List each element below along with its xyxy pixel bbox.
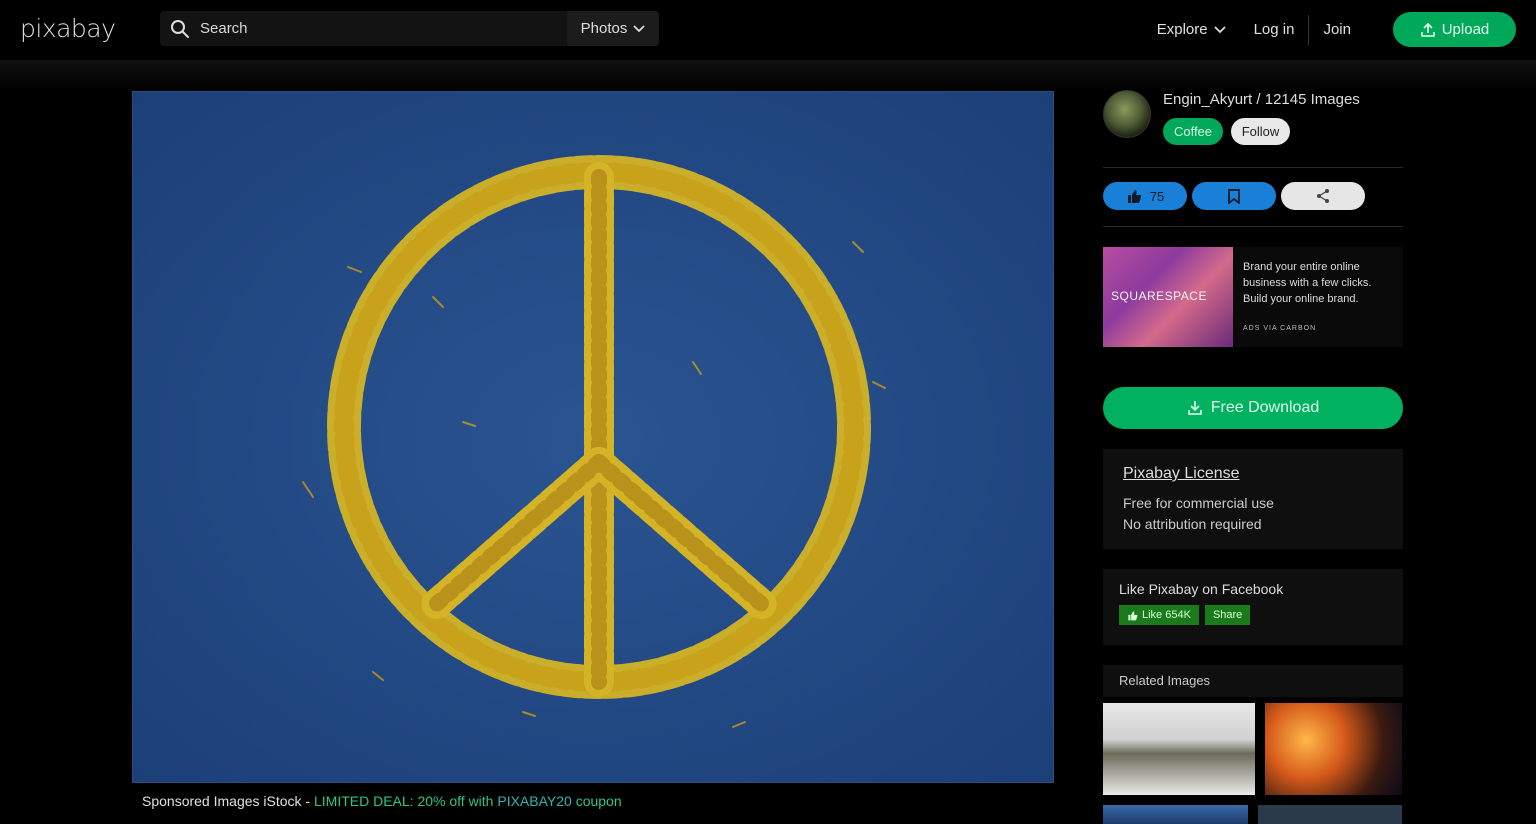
facebook-like-button[interactable]: Like 654K xyxy=(1119,605,1199,625)
share-button[interactable] xyxy=(1281,182,1365,210)
ad-line-2: business with a few clicks. xyxy=(1243,277,1372,289)
author-line: Engin_Akyurt / 12145 Images xyxy=(1163,91,1360,108)
header: pixabay Photos Explore Log in Join xyxy=(0,0,1536,60)
chevron-down-icon xyxy=(1213,25,1226,33)
action-row: 75 xyxy=(1103,182,1403,210)
author-buttons: Coffee Follow xyxy=(1163,118,1360,145)
search-input[interactable] xyxy=(200,11,567,46)
thumbs-up-icon xyxy=(1127,190,1141,203)
sidebar: Engin_Akyurt / 12145 Images Coffee Follo… xyxy=(1103,90,1403,824)
related-images-grid xyxy=(1103,703,1403,795)
related-images-header: Related Images xyxy=(1103,665,1403,697)
sponsored-prefix: Sponsored Images iStock - xyxy=(142,793,314,809)
license-box: Pixabay License Free for commercial use … xyxy=(1103,449,1403,549)
media-type-label: Photos xyxy=(580,20,628,37)
download-icon xyxy=(1187,401,1202,415)
sponsored-deal[interactable]: LIMITED DEAL: 20% off with xyxy=(314,793,497,809)
ad-line-3: Build your online brand. xyxy=(1243,293,1359,305)
author-name[interactable]: Engin_Akyurt xyxy=(1163,91,1252,108)
author-separator: / xyxy=(1252,91,1265,108)
main-photo[interactable] xyxy=(132,91,1054,783)
login-link[interactable]: Log in xyxy=(1240,21,1309,38)
upload-icon xyxy=(1420,22,1435,37)
thumbs-up-icon xyxy=(1128,610,1138,620)
license-line-2: No attribution required xyxy=(1123,516,1262,532)
download-label: Free Download xyxy=(1210,399,1320,416)
related-images-grid xyxy=(1103,805,1403,824)
share-icon xyxy=(1317,189,1329,203)
author-info: Engin_Akyurt / 12145 Images Coffee Follo… xyxy=(1163,90,1360,145)
license-line-1: Free for commercial use xyxy=(1123,495,1274,511)
carbon-ad[interactable]: SQUARESPACE Brand your entire online bus… xyxy=(1103,247,1403,347)
facebook-buttons: Like 654K Share xyxy=(1119,605,1387,625)
ad-text[interactable]: Brand your entire online business with a… xyxy=(1233,247,1381,347)
facebook-share-button[interactable]: Share xyxy=(1204,605,1251,625)
related-image[interactable] xyxy=(1265,703,1402,795)
coupon-code[interactable]: PIXABAY20 xyxy=(497,793,571,809)
sponsored-line: Sponsored Images iStock - LIMITED DEAL: … xyxy=(142,793,622,809)
related-image[interactable] xyxy=(1103,805,1248,824)
coffee-button[interactable]: Coffee xyxy=(1163,118,1223,145)
upload-button[interactable]: Upload xyxy=(1393,12,1516,47)
explore-menu[interactable]: Explore xyxy=(1143,21,1240,38)
related-image[interactable] xyxy=(1103,703,1255,795)
facebook-box: Like Pixabay on Facebook Like 654K Share xyxy=(1103,569,1403,645)
author-block: Engin_Akyurt / 12145 Images Coffee Follo… xyxy=(1103,90,1403,145)
ad-brand: SQUARESPACE xyxy=(1111,289,1207,303)
search-icon[interactable] xyxy=(160,11,200,46)
author-image-count[interactable]: 12145 Images xyxy=(1265,91,1360,108)
avatar[interactable] xyxy=(1103,90,1151,138)
header-shadow xyxy=(0,60,1536,90)
free-download-button[interactable]: Free Download xyxy=(1103,387,1403,429)
facebook-like-label: Like 654K xyxy=(1142,609,1191,621)
divider xyxy=(1103,226,1403,227)
license-title[interactable]: Pixabay License xyxy=(1123,465,1383,483)
pixabay-logo[interactable]: pixabay xyxy=(20,14,116,43)
bookmark-icon xyxy=(1228,188,1240,204)
ad-cta[interactable]: ADS VIA CARBON xyxy=(1243,321,1371,337)
follow-button[interactable]: Follow xyxy=(1231,118,1290,145)
related-image[interactable] xyxy=(1258,805,1402,824)
facebook-title: Like Pixabay on Facebook xyxy=(1119,581,1284,597)
bookmark-button[interactable] xyxy=(1192,182,1276,210)
sponsored-suffix[interactable]: coupon xyxy=(572,793,622,809)
nav-right: Explore Log in Join Upload xyxy=(1143,12,1516,47)
explore-label: Explore xyxy=(1156,21,1208,38)
like-button[interactable]: 75 xyxy=(1103,182,1187,210)
media-type-select[interactable]: Photos xyxy=(567,11,659,46)
upload-label: Upload xyxy=(1441,21,1490,38)
join-link[interactable]: Join xyxy=(1309,21,1365,38)
ad-image[interactable]: SQUARESPACE xyxy=(1103,247,1233,347)
ad-line-1: Brand your entire online xyxy=(1243,261,1360,273)
like-count: 75 xyxy=(1149,188,1165,204)
chevron-down-icon xyxy=(633,24,645,32)
search-bar: Photos xyxy=(160,11,659,46)
divider xyxy=(1103,167,1403,168)
